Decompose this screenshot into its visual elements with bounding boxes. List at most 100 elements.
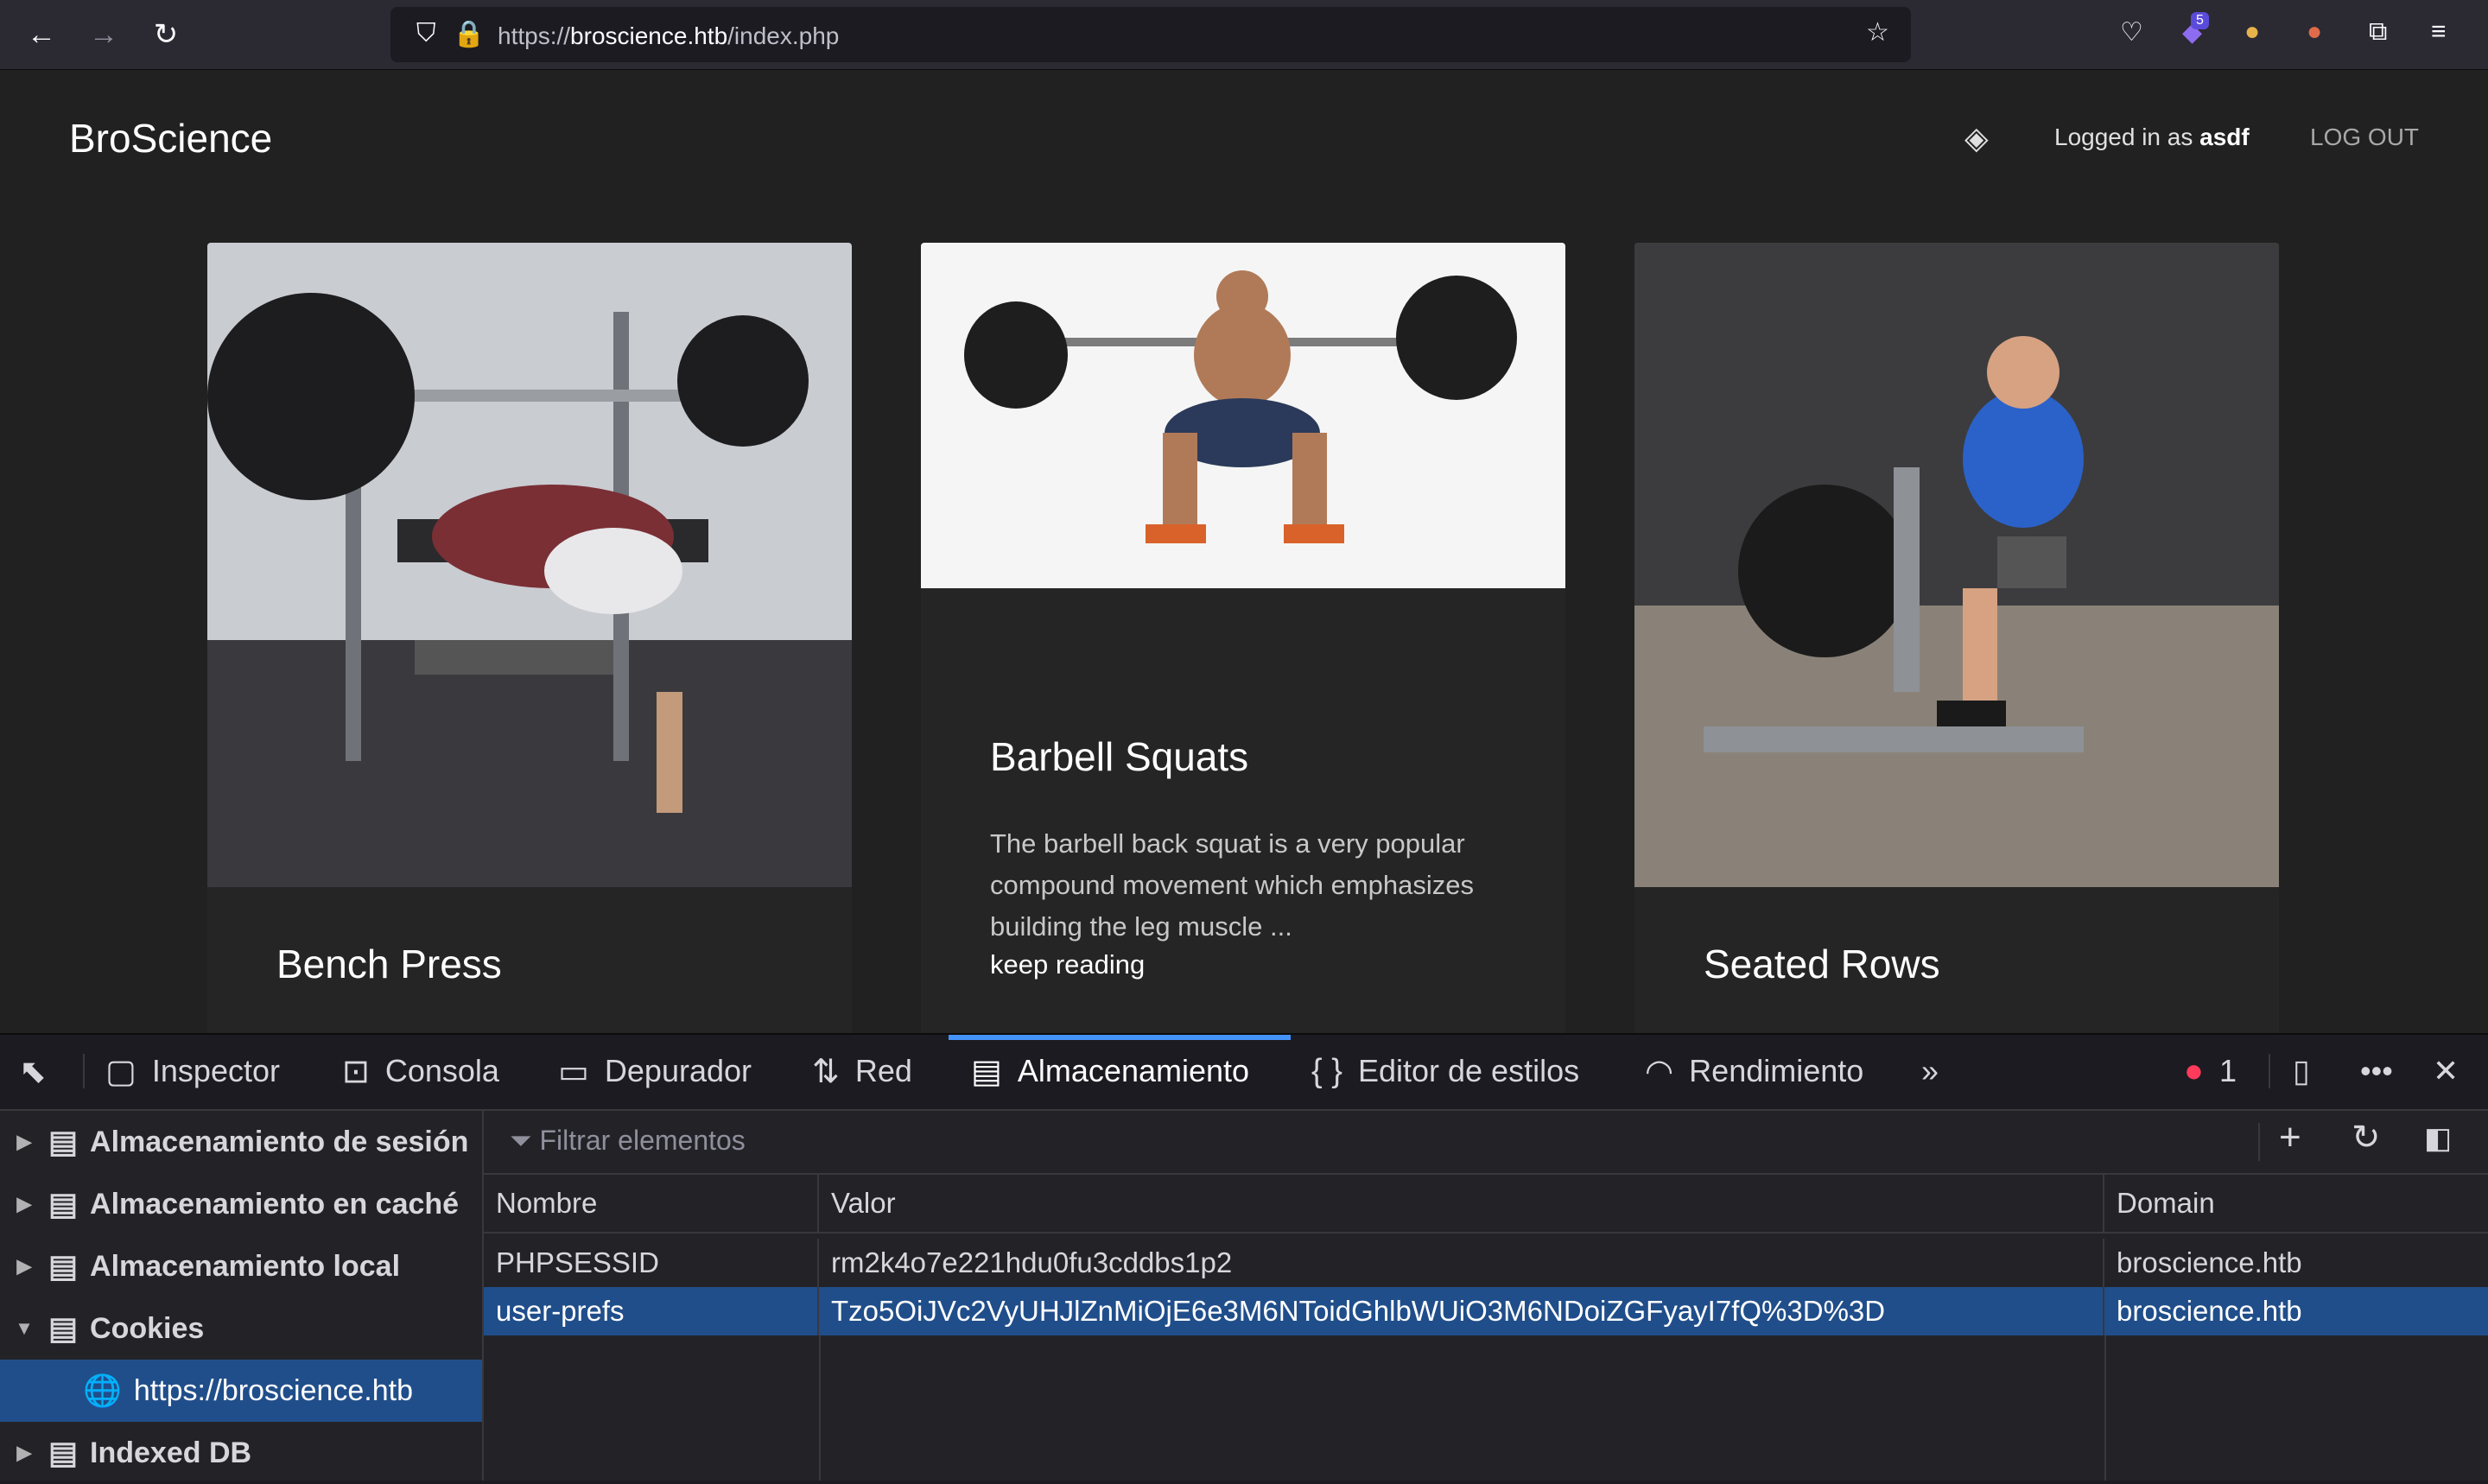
column-header-value[interactable]: Valor xyxy=(819,1175,2104,1233)
tab-network[interactable]: ⇅ Red xyxy=(812,1052,912,1090)
column-header-domain[interactable]: Domain xyxy=(2104,1175,2488,1233)
tree-local-storage[interactable]: ▶ ▤ Almacenamiento local xyxy=(0,1235,482,1297)
expand-triangle-icon[interactable]: ▶ xyxy=(0,1442,48,1464)
theme-toggle-icon[interactable]: ◈ xyxy=(1964,120,1989,156)
tree-label: Cookies xyxy=(90,1311,205,1345)
cell-name[interactable]: user-prefs xyxy=(484,1287,819,1335)
bookmark-star-icon[interactable]: ☆ xyxy=(1866,17,1889,48)
error-icon: ● xyxy=(2184,1052,2204,1089)
extension-badge: 5 xyxy=(2191,12,2209,29)
pocket-icon[interactable]: ♡ xyxy=(2120,17,2143,48)
lock-icon[interactable]: 🔒 xyxy=(453,19,485,49)
puzzle-icon[interactable]: ⧉ xyxy=(2369,17,2387,47)
tab-debugger[interactable]: ▭ Depurador xyxy=(558,1052,752,1090)
tree-session-storage[interactable]: ▶ ▤ Almacenamiento de sesión xyxy=(0,1111,482,1173)
keep-reading-link[interactable]: keep reading xyxy=(990,949,1145,980)
tab-style-editor[interactable]: { } Editor de estilos xyxy=(1311,1052,1579,1090)
more-tabs-chevron-icon[interactable]: » xyxy=(1921,1052,1939,1090)
url-bar[interactable]: ⛉ 🔒 https://broscience.htb/index.php ☆ xyxy=(390,7,1911,62)
column-header-name[interactable]: Nombre xyxy=(484,1175,819,1233)
expand-triangle-icon[interactable]: ▶ xyxy=(0,1131,48,1153)
forward-arrow-icon[interactable]: → xyxy=(85,16,123,54)
logged-in-status: Logged in as asdf xyxy=(2054,124,2250,151)
tab-performance[interactable]: ◠ Rendimiento xyxy=(1645,1052,1863,1090)
filter-bar: ⏷ Filtrar elementos + ↻ ◧ xyxy=(484,1111,2488,1175)
storage-icon: ▤ xyxy=(48,1435,79,1470)
tab-inspector[interactable]: ▢ Inspector xyxy=(105,1052,280,1090)
username: asdf xyxy=(2199,124,2250,150)
refresh-icon[interactable]: ↻ xyxy=(2352,1118,2381,1157)
card-title[interactable]: Barbell Squats xyxy=(990,733,1248,780)
devtools-panel: ⬉ ▢ Inspector ⊡ Consola ▭ Depurador ⇅ Red ▤ A… xyxy=(0,1033,2488,1481)
toolbar-separator xyxy=(2258,1123,2260,1161)
url-text[interactable]: https://broscience.htb/index.php xyxy=(498,22,839,50)
active-tab-indicator xyxy=(949,1035,1291,1040)
tree-indexed-db[interactable]: ▶ ▤ Indexed DB xyxy=(0,1422,482,1484)
tab-separator xyxy=(2269,1054,2270,1088)
shield-icon[interactable]: ⛉ xyxy=(416,19,436,48)
cell-name[interactable]: PHPSESSID xyxy=(484,1239,819,1287)
logout-link[interactable]: LOG OUT xyxy=(2310,124,2419,151)
filter-input[interactable]: ⏷ Filtrar elementos xyxy=(510,1125,746,1157)
braces-icon: { } xyxy=(1311,1052,1342,1089)
cell-value[interactable]: Tzo5OiJVc2VyUHJlZnMiOjE6e3M6NToidGhlbWUi… xyxy=(819,1287,2104,1335)
bench-press-image xyxy=(207,243,852,887)
debugger-icon: ▭ xyxy=(558,1053,589,1090)
table-row[interactable]: user-prefs Tzo5OiJVc2VyUHJlZnMiOjE6e3M6N… xyxy=(484,1287,2488,1335)
storage-icon: ▤ xyxy=(971,1053,1002,1090)
site-brand[interactable]: BroScience xyxy=(69,115,272,162)
tree-label: https://broscience.htb xyxy=(133,1373,414,1407)
logged-in-label: Logged in as xyxy=(2054,124,2193,150)
exercise-card-seated-rows[interactable]: Seated Rows xyxy=(1634,243,2279,1033)
more-options-icon[interactable]: ••• xyxy=(2360,1052,2393,1090)
table-row[interactable]: PHPSESSID rm2k4o7e221hdu0fu3cddbs1p2 bro… xyxy=(484,1239,2488,1287)
tree-cache-storage[interactable]: ▶ ▤ Almacenamiento en caché xyxy=(0,1173,482,1235)
error-count: 1 xyxy=(2218,1053,2237,1088)
filter-icon: ⏷ xyxy=(510,1125,540,1156)
network-icon: ⇅ xyxy=(812,1053,840,1090)
back-arrow-icon[interactable]: ← xyxy=(22,16,60,54)
seated-rows-image xyxy=(1634,243,2279,887)
performance-icon: ◠ xyxy=(1645,1053,1674,1090)
card-title[interactable]: Bench Press xyxy=(276,941,502,987)
storage-icon: ▤ xyxy=(48,1248,79,1284)
tab-label: Rendimiento xyxy=(1689,1053,1864,1088)
error-counter[interactable]: ● 1 xyxy=(2184,1052,2237,1090)
globe-icon: 🌐 xyxy=(83,1373,122,1408)
barbell-squats-image xyxy=(921,243,1565,588)
tab-label: Consola xyxy=(384,1053,499,1088)
add-item-icon[interactable]: + xyxy=(2279,1116,2301,1159)
exercise-card-barbell-squats[interactable]: Barbell Squats The barbell back squat is… xyxy=(921,243,1565,1033)
expand-triangle-icon[interactable]: ▶ xyxy=(0,1193,48,1215)
exercise-card-bench-press[interactable]: Bench Press xyxy=(207,243,852,1033)
element-picker-icon[interactable]: ⬉ xyxy=(19,1052,62,1090)
close-devtools-icon[interactable]: ✕ xyxy=(2433,1052,2459,1090)
devtools-tabbar: ⬉ ▢ Inspector ⊡ Consola ▭ Depurador ⇅ Red ▤ A… xyxy=(0,1035,2488,1111)
tree-label: Almacenamiento de sesión xyxy=(90,1125,469,1158)
cookie-icon[interactable]: ● xyxy=(2244,17,2260,47)
cookie-editor-icon[interactable]: ● xyxy=(2307,17,2322,47)
expand-triangle-icon[interactable]: ▶ xyxy=(0,1255,48,1278)
tree-cookies[interactable]: ▼ ▤ Cookies xyxy=(0,1297,482,1360)
tab-storage[interactable]: ▤ Almacenamiento xyxy=(971,1052,1249,1090)
storage-icon: ▤ xyxy=(48,1310,79,1346)
collapse-triangle-icon[interactable]: ▼ xyxy=(0,1317,48,1340)
cell-domain[interactable]: broscience.htb xyxy=(2104,1239,2488,1287)
reload-icon[interactable]: ↻ xyxy=(147,16,185,54)
cell-domain[interactable]: broscience.htb xyxy=(2104,1287,2488,1335)
tree-cookie-origin[interactable]: 🌐 https://broscience.htb xyxy=(0,1360,482,1422)
responsive-design-icon[interactable]: ▯ xyxy=(2293,1052,2310,1090)
console-icon: ⊡ xyxy=(342,1053,370,1090)
tab-console[interactable]: ⊡ Consola xyxy=(342,1052,499,1090)
column-divider xyxy=(819,1335,821,1481)
card-title[interactable]: Seated Rows xyxy=(1704,941,1940,987)
menu-icon[interactable]: ≡ xyxy=(2431,17,2447,47)
toggle-sidebar-icon[interactable]: ◧ xyxy=(2424,1121,2452,1156)
tab-separator xyxy=(83,1054,85,1088)
cell-value[interactable]: rm2k4o7e221hdu0fu3cddbs1p2 xyxy=(819,1239,2104,1287)
column-divider xyxy=(2104,1335,2106,1481)
tree-label: Almacenamiento en caché xyxy=(90,1187,460,1221)
browser-toolbar: ← → ↻ ⛉ 🔒 https://broscience.htb/index.p… xyxy=(0,0,2488,70)
tree-label: Almacenamiento local xyxy=(90,1249,401,1283)
tree-label: Indexed DB xyxy=(90,1436,252,1469)
